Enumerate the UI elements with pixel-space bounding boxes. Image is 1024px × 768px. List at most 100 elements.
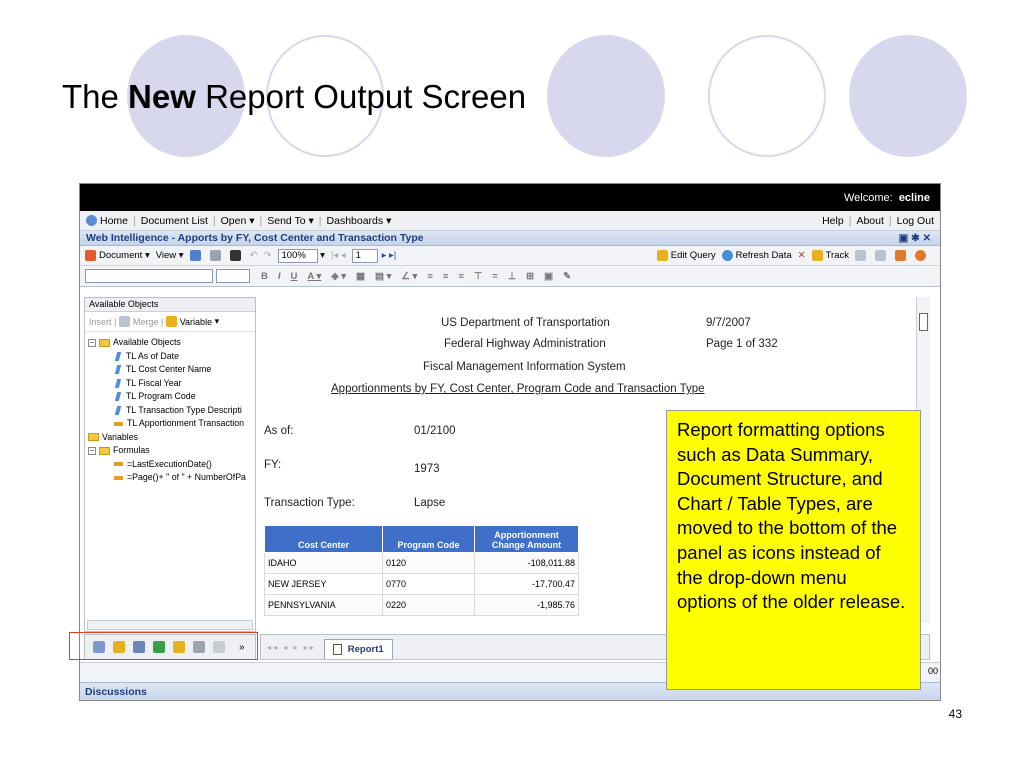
table-cell: 0770 (382, 573, 475, 595)
decor-circle-5 (849, 35, 967, 157)
font-color-icon[interactable]: A ▾ (307, 271, 321, 282)
tree-item[interactable]: TL As of Date (88, 350, 252, 364)
track-button[interactable]: Track (811, 250, 849, 261)
tree-item[interactable]: TL Apportionment Transaction (88, 417, 252, 431)
redo-icon[interactable]: ↷ (264, 250, 272, 261)
merge-button[interactable]: Merge (133, 317, 159, 327)
table-row[interactable]: PENNSYLVANIA 0220 -1,985.76 (264, 594, 579, 616)
wrap-text-icon[interactable]: ⊞ (526, 271, 534, 282)
filter-bar-icon[interactable] (875, 250, 889, 261)
tree-item[interactable]: − Available Objects (88, 336, 252, 350)
title-post: Report Output Screen (195, 78, 527, 115)
nav-help[interactable]: Help (822, 215, 844, 227)
document-icon (85, 250, 96, 261)
window-controls[interactable]: ▣✱✕ (899, 233, 934, 244)
font-size-field[interactable] (216, 269, 250, 283)
nav-send-to[interactable]: Send To (267, 215, 305, 227)
border-icon[interactable]: ▦ (356, 271, 365, 282)
column-header[interactable]: Apportionment Change Amount (474, 525, 579, 553)
nav-document-list[interactable]: Document List (141, 215, 208, 227)
align-left-icon[interactable]: ≡ (427, 271, 433, 282)
table-row[interactable]: IDAHO 0120 -108,011.88 (264, 552, 579, 574)
purge-icon[interactable]: ✕ (798, 250, 806, 261)
nav-open[interactable]: Open (221, 215, 247, 227)
tree-item[interactable]: Variables (88, 431, 252, 445)
document-menu[interactable]: Document ▾ (85, 250, 150, 261)
column-header[interactable]: Cost Center (264, 525, 383, 553)
tree-item-label: Variables (102, 431, 139, 442)
next-page-icon[interactable]: ▸ ▸| (382, 250, 397, 261)
fill-color-icon[interactable]: ◈ ▾ (331, 271, 346, 282)
bold-icon[interactable]: B (261, 271, 268, 282)
outline-icon[interactable] (895, 250, 909, 261)
tree-item[interactable]: − Formulas (88, 444, 252, 458)
edit-query-label: Edit Query (670, 250, 716, 261)
page-input[interactable]: 1 (351, 248, 378, 263)
tree-item-label: TL As of Date (126, 350, 179, 361)
dimension-icon (114, 392, 122, 402)
title-pre: The (62, 78, 129, 115)
table-cell: 0120 (382, 552, 475, 574)
zoom-input[interactable]: 100% (277, 248, 318, 263)
format-painter-icon[interactable]: ✎ (563, 271, 571, 282)
table-cell: NEW JERSEY (264, 573, 383, 595)
table-row[interactable]: NEW JERSEY 0770 -17,700.47 (264, 573, 579, 595)
tree-item[interactable]: TL Program Code (88, 390, 252, 404)
align-top-icon[interactable]: ⊤ (474, 271, 482, 282)
variable-button[interactable]: Variable (180, 317, 212, 327)
merge-cells-icon[interactable]: ▣ (544, 271, 553, 282)
italic-icon[interactable]: I (278, 271, 281, 282)
align-right-icon[interactable]: ≡ (458, 271, 464, 282)
nav-dashboards[interactable]: Dashboards (327, 215, 384, 227)
measure-icon (114, 421, 123, 426)
tab-navigation-icon[interactable]: ◂◂ ◂ ▸ ▸▸ (267, 643, 316, 652)
dimension-icon (114, 351, 122, 361)
save-icon[interactable] (189, 250, 204, 261)
view-menu-label: View (155, 250, 177, 261)
underline-icon[interactable]: U (291, 271, 298, 282)
tree-item-label: Formulas (113, 445, 150, 455)
line-color-icon[interactable]: ∠ ▾ (401, 271, 417, 282)
available-objects-panel: Available Objects Insert | Merge | Varia… (84, 297, 256, 632)
print-icon[interactable] (209, 250, 224, 261)
tree-item[interactable]: TL Fiscal Year (88, 377, 252, 391)
view-menu[interactable]: View ▾ (156, 250, 184, 261)
variable-icon (165, 316, 177, 327)
align-middle-icon[interactable]: = (492, 271, 498, 282)
first-page-icon[interactable]: |◂ ◂ (331, 250, 346, 261)
nav-log-out[interactable]: Log Out (897, 215, 934, 227)
align-center-icon[interactable]: ≡ (443, 271, 449, 282)
edit-query-icon (656, 250, 668, 261)
slide-title: The New Report Output Screen (62, 78, 526, 116)
edit-query-button[interactable]: Edit Query (656, 250, 716, 261)
format-toolbar: B I U A ▾ ◈ ▾ ▦ ▤ ▾ ∠ ▾ ≡ ≡ ≡ ⊤ = ⊥ ⊞ ▣ … (80, 266, 940, 287)
objects-tree: − Available Objects TL As of Date TL Cost… (85, 332, 255, 489)
title-bold: New (128, 78, 196, 115)
font-name-field[interactable] (85, 269, 213, 283)
tab-report1[interactable]: Report1 (323, 639, 393, 659)
merge-icon (118, 316, 130, 327)
find-icon[interactable] (229, 250, 244, 261)
tree-item[interactable]: TL Cost Center Name (88, 363, 252, 377)
collapse-icon[interactable]: − (88, 446, 96, 455)
panel-horizontal-scrollbar[interactable] (87, 620, 253, 630)
drill-icon[interactable] (855, 250, 869, 261)
collapse-icon[interactable]: − (88, 338, 96, 347)
tree-item[interactable]: =Page()+ " of " + NumberOfPa (88, 471, 252, 485)
border-style-icon[interactable]: ▤ ▾ (375, 271, 391, 282)
column-header[interactable]: Program Code (382, 525, 475, 553)
insert-button[interactable]: Insert (89, 317, 112, 327)
search-icon[interactable] (915, 250, 929, 261)
refresh-data-button[interactable]: Refresh Data (721, 250, 792, 261)
nav-about[interactable]: About (856, 215, 883, 227)
status-text: 00 (927, 666, 938, 676)
tree-item[interactable]: TL Transaction Type Descripti (88, 404, 252, 418)
report-header-line3: Fiscal Management Information System (423, 361, 626, 373)
nav-home[interactable]: Home (100, 215, 128, 227)
zoom-dropdown-icon[interactable]: ▾ (318, 250, 325, 261)
undo-icon[interactable]: ↶ (250, 250, 258, 261)
scrollbar-thumb[interactable] (919, 313, 928, 331)
align-bottom-icon[interactable]: ⊥ (508, 271, 516, 282)
tree-item[interactable]: =LastExecutionDate() (88, 458, 252, 472)
tree-item-label: TL Fiscal Year (126, 377, 182, 388)
